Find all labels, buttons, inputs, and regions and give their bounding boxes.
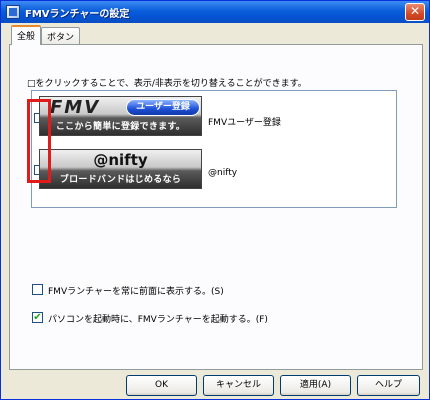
help-button[interactable]: ヘルプ xyxy=(357,375,420,396)
apply-button[interactable]: 適用(A) xyxy=(280,375,351,396)
settings-dialog: FMVランチャーの設定 ✕ 全般 ボタン □をクリックすることで、表示/非表示を… xyxy=(0,0,430,400)
window-title: FMVランチャーの設定 xyxy=(25,9,130,20)
banner-caption: ブロードバンドはじめるなら xyxy=(59,175,182,185)
ok-button[interactable]: OK xyxy=(126,375,197,396)
launch-on-startup-checkbox[interactable]: ✔ xyxy=(32,312,43,323)
fmv-registration-banner[interactable]: FMV ユーザー登録 ここから簡単に登録できます。 xyxy=(39,96,202,136)
fmv-logo: FMV xyxy=(50,97,101,118)
item-label-nifty: @nifty xyxy=(208,168,238,178)
nifty-banner[interactable]: @nifty ブロードバンドはじめるなら xyxy=(39,149,202,189)
highlight-box xyxy=(27,99,51,183)
tab-buttons[interactable]: ボタン xyxy=(41,27,81,44)
launch-on-startup-label: パソコンを起動時に、FMVランチャーを起動する。(F) xyxy=(48,315,268,325)
close-button[interactable]: ✕ xyxy=(405,3,425,21)
instruction-text: □をクリックすることで、表示/非表示を切り替えることができます。 xyxy=(27,79,307,89)
always-on-top-checkbox[interactable] xyxy=(32,284,43,295)
app-icon xyxy=(6,5,20,19)
item-label-fmv-registration: FMVユーザー登録 xyxy=(208,118,281,128)
banner-caption: ここから簡単に登録できます。 xyxy=(55,122,186,132)
title-bar[interactable]: FMVランチャーの設定 ✕ xyxy=(1,1,429,23)
tab-general[interactable]: 全般 xyxy=(11,25,42,45)
always-on-top-label: FMVランチャーを常に前面に表示する。(S) xyxy=(48,287,224,297)
banner-top: @nifty xyxy=(40,150,201,170)
cancel-button[interactable]: キャンセル xyxy=(203,375,274,396)
nifty-logo: @nifty xyxy=(93,151,148,169)
banner-top: FMV ユーザー登録 xyxy=(40,97,201,118)
user-registration-pill: ユーザー登録 xyxy=(126,99,200,116)
